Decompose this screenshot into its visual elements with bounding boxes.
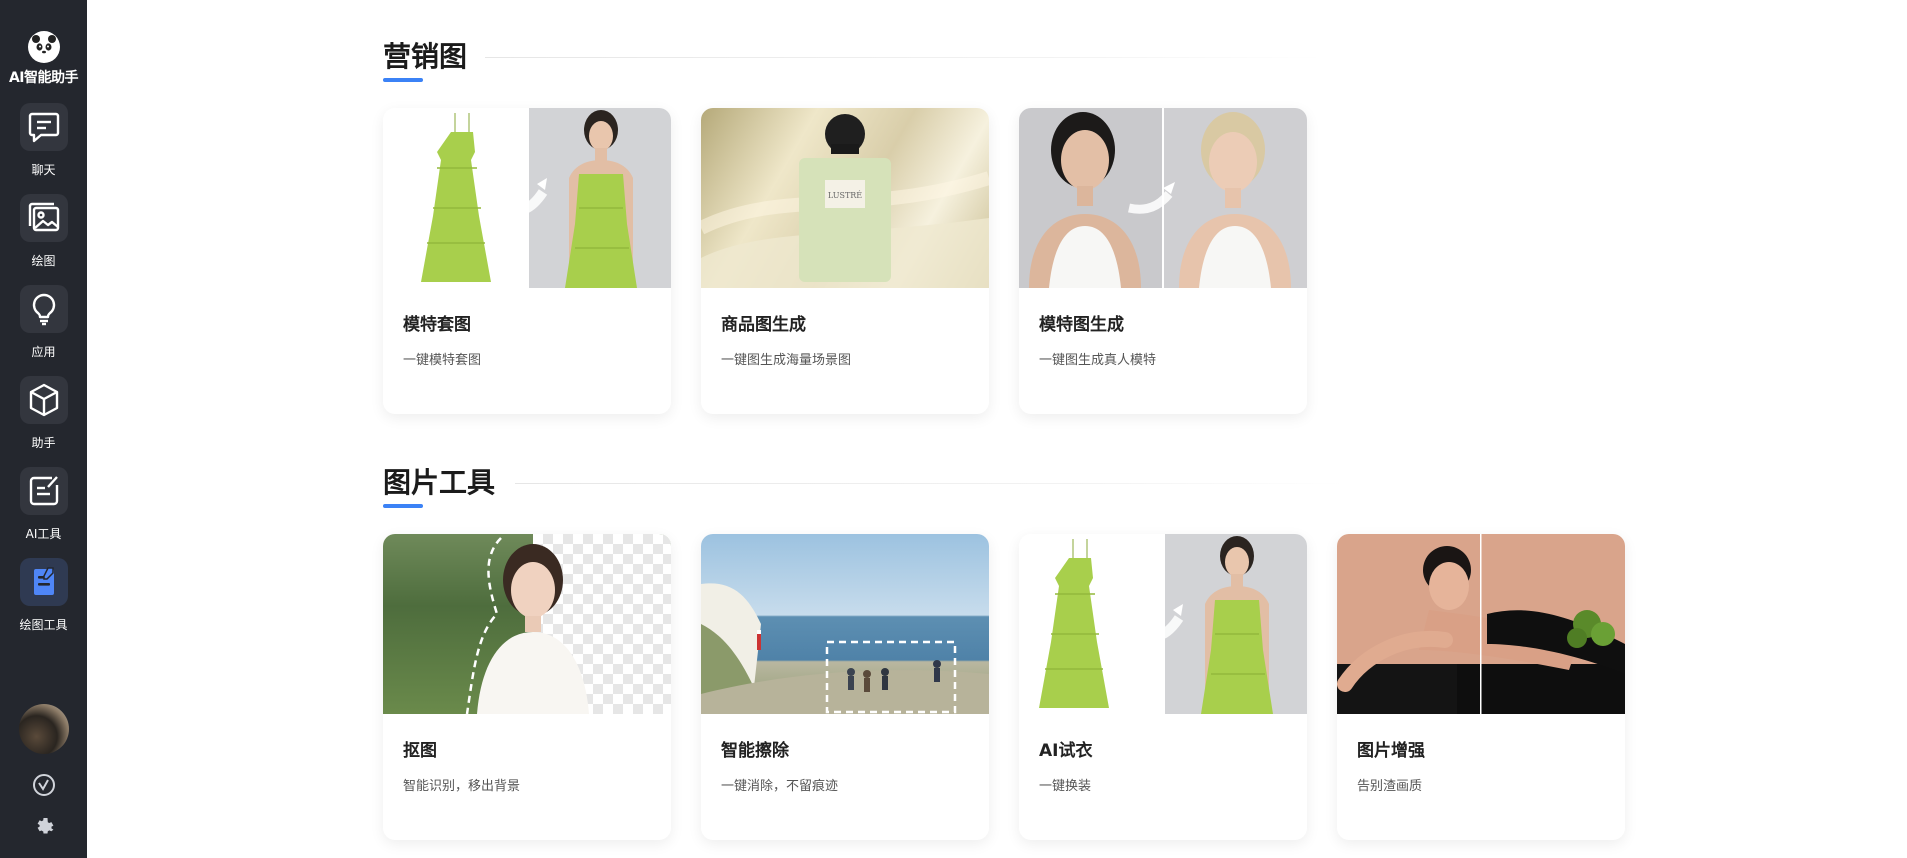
edit-note-icon bbox=[19, 467, 68, 515]
image-icon bbox=[19, 194, 68, 242]
card-smart-erase[interactable]: 智能擦除 一键消除，不留痕迹 bbox=[701, 534, 989, 840]
card-description: 一键图生成海量场景图 bbox=[721, 353, 852, 368]
sidebar: AI智能助手 聊天 绘图 应用 助手 AI工具 绘图工具 bbox=[0, 0, 87, 858]
card-image bbox=[1337, 534, 1625, 714]
dress-illustration bbox=[421, 110, 637, 288]
sidebar-item-draw[interactable]: 绘图 bbox=[0, 194, 87, 285]
sidebar-item-label: 助手 bbox=[31, 436, 56, 450]
panda-logo-icon[interactable] bbox=[27, 31, 60, 63]
section-image-tools: 图片工具 抠图 智能识别，移出背景 智能擦除 一键消除，不留痕迹 AI试衣 一键… bbox=[383, 464, 1643, 840]
dress-illustration bbox=[1039, 536, 1273, 714]
sidebar-item-ai-tools[interactable]: AI工具 bbox=[0, 467, 87, 558]
card-title: 商品图生成 bbox=[721, 315, 806, 335]
section-header: 营销图 bbox=[383, 38, 1323, 86]
cutout-illustration bbox=[465, 537, 589, 714]
section-divider bbox=[515, 483, 1345, 484]
version-check-icon[interactable] bbox=[31, 772, 57, 798]
card-description: 一键模特套图 bbox=[403, 353, 482, 368]
sidebar-item-drawing-tools[interactable]: 绘图工具 bbox=[0, 558, 87, 649]
card-description: 告别渣画质 bbox=[1357, 779, 1423, 794]
card-title: 智能擦除 bbox=[721, 741, 789, 761]
sidebar-nav: 聊天 绘图 应用 助手 AI工具 绘图工具 bbox=[0, 103, 87, 649]
card-description: 一键消除，不留痕迹 bbox=[721, 779, 839, 794]
drawing-tool-icon bbox=[19, 558, 68, 606]
card-image: LUSTRÉ bbox=[701, 108, 989, 288]
avatar[interactable] bbox=[18, 704, 69, 754]
perfume-illustration: LUSTRÉ bbox=[701, 114, 989, 288]
main-content: 营销图 模特套图 一键模特套图 LUSTRÉ 商品图生成 一键图生成海量场景图 … bbox=[87, 0, 1907, 858]
gear-icon[interactable] bbox=[31, 815, 57, 841]
card-description: 一键换装 bbox=[1039, 779, 1092, 794]
section-marketing: 营销图 模特套图 一键模特套图 LUSTRÉ 商品图生成 一键图生成海量场景图 … bbox=[383, 38, 1323, 414]
card-image bbox=[1019, 534, 1307, 714]
sidebar-item-label: 绘图工具 bbox=[19, 618, 68, 632]
section-underline bbox=[383, 78, 423, 82]
card-ai-tryon[interactable]: AI试衣 一键换装 bbox=[1019, 534, 1307, 840]
brand-name: AI智能助手 bbox=[8, 70, 79, 86]
enhance-illustration bbox=[1337, 534, 1625, 714]
card-model-set[interactable]: 模特套图 一键模特套图 bbox=[383, 108, 671, 414]
card-image bbox=[383, 108, 671, 288]
card-model-generate[interactable]: 模特图生成 一键图生成真人模特 bbox=[1019, 108, 1307, 414]
card-image bbox=[1019, 108, 1307, 288]
face-swap-illustration bbox=[1029, 112, 1291, 288]
card-product-image[interactable]: LUSTRÉ 商品图生成 一键图生成海量场景图 bbox=[701, 108, 989, 414]
card-title: 模特图生成 bbox=[1039, 315, 1124, 335]
bottle-label: LUSTRÉ bbox=[828, 191, 862, 200]
card-title: 图片增强 bbox=[1357, 741, 1425, 761]
sidebar-item-label: 应用 bbox=[31, 345, 56, 359]
card-list: 抠图 智能识别，移出背景 智能擦除 一键消除，不留痕迹 AI试衣 一键换装 图片… bbox=[383, 534, 1625, 840]
sidebar-item-label: AI工具 bbox=[25, 527, 62, 541]
card-image bbox=[701, 534, 989, 714]
card-image bbox=[383, 534, 671, 714]
section-divider bbox=[485, 57, 1323, 58]
section-underline bbox=[383, 504, 423, 508]
sidebar-item-label: 绘图 bbox=[31, 254, 56, 268]
card-title: AI试衣 bbox=[1039, 741, 1093, 761]
card-title: 抠图 bbox=[403, 741, 437, 761]
section-header: 图片工具 bbox=[383, 464, 1643, 512]
chat-icon bbox=[19, 103, 68, 151]
card-description: 一键图生成真人模特 bbox=[1039, 353, 1157, 368]
lightbulb-icon bbox=[19, 285, 68, 333]
sidebar-item-label: 聊天 bbox=[31, 163, 56, 177]
cube-icon bbox=[19, 376, 68, 424]
seaside-illustration bbox=[701, 583, 989, 714]
sidebar-item-chat[interactable]: 聊天 bbox=[0, 103, 87, 194]
card-title: 模特套图 bbox=[403, 315, 471, 335]
sidebar-bottom bbox=[0, 704, 87, 858]
card-list: 模特套图 一键模特套图 LUSTRÉ 商品图生成 一键图生成海量场景图 模特图生… bbox=[383, 108, 1307, 414]
card-cutout[interactable]: 抠图 智能识别，移出背景 bbox=[383, 534, 671, 840]
card-image-enhance[interactable]: 图片增强 告别渣画质 bbox=[1337, 534, 1625, 840]
card-description: 智能识别，移出背景 bbox=[403, 779, 521, 794]
sidebar-item-apps[interactable]: 应用 bbox=[0, 285, 87, 376]
sidebar-item-assistant[interactable]: 助手 bbox=[0, 376, 87, 467]
